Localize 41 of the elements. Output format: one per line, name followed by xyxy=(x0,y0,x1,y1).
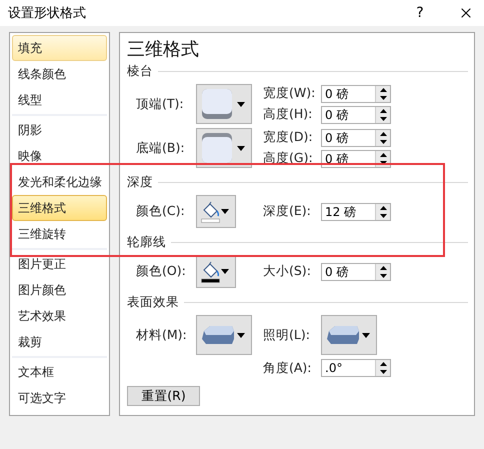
field-label: 大小(S): xyxy=(263,263,312,280)
spin-field[interactable]: 12 磅 xyxy=(321,202,391,220)
category-item[interactable]: 图片更正 xyxy=(12,251,107,277)
category-item[interactable]: 三维格式 xyxy=(12,195,107,221)
window-title: 设置形状格式 xyxy=(8,5,87,22)
category-item[interactable]: 文本框 xyxy=(12,359,107,385)
spin-field[interactable]: 0 磅 xyxy=(321,262,391,280)
category-item[interactable]: 线条颜色 xyxy=(12,61,107,87)
category-item[interactable]: 艺术效果 xyxy=(12,303,107,329)
field-label: 底端(B): xyxy=(136,140,186,156)
field-label: 宽度(W): xyxy=(263,85,316,102)
spin-field[interactable]: .0° xyxy=(321,359,391,377)
spin-field[interactable]: 0 磅 xyxy=(321,84,391,102)
field-label: 顶端(T): xyxy=(136,96,185,112)
section-title: 深度 xyxy=(127,174,153,191)
section-title: 表面效果 xyxy=(127,294,179,311)
reset-button[interactable]: 重置(R) xyxy=(127,386,200,406)
category-item[interactable]: 三维旋转 xyxy=(12,221,107,247)
field-label: 颜色(C): xyxy=(136,203,186,220)
field-label: 颜色(O): xyxy=(136,263,187,280)
category-item[interactable]: 映像 xyxy=(12,143,107,169)
category-item[interactable]: 裁剪 xyxy=(12,329,107,355)
category-item[interactable]: 图片颜色 xyxy=(12,277,107,303)
spin-field[interactable]: 0 磅 xyxy=(321,106,391,124)
spin-field[interactable]: 0 磅 xyxy=(321,128,391,146)
field-label: 角度(A): xyxy=(263,360,313,376)
panel-heading: 三维格式 xyxy=(127,38,200,62)
category-item[interactable]: 阴影 xyxy=(12,117,107,143)
section-title: 轮廓线 xyxy=(127,234,166,251)
category-item[interactable]: 线型 xyxy=(12,87,107,113)
category-item[interactable]: 可选文字 xyxy=(12,385,107,411)
field-label: 材料(M): xyxy=(136,326,188,344)
field-label: 宽度(D): xyxy=(263,129,314,146)
category-item[interactable]: 填充 xyxy=(12,35,107,61)
field-label: 高度(H): xyxy=(263,106,314,123)
section-title: 棱台 xyxy=(127,63,153,80)
field-label: 高度(G): xyxy=(263,150,314,167)
category-item[interactable]: 发光和柔化边缘 xyxy=(12,169,107,195)
help-button[interactable]: ? xyxy=(412,5,428,21)
field-label: 照明(L): xyxy=(263,326,311,344)
field-label: 深度(E): xyxy=(263,203,312,220)
